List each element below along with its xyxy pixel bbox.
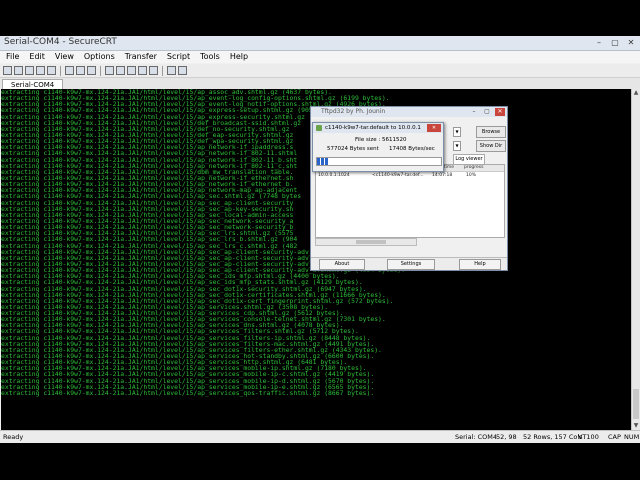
- tftpd-title-bar[interactable]: Tftpd32 by Ph. Jounin – ▢ ✕: [311, 107, 507, 117]
- menu-view[interactable]: View: [51, 51, 78, 63]
- tftpd-minimize-button[interactable]: –: [469, 108, 479, 116]
- help-icon[interactable]: [167, 66, 176, 75]
- menu-bar: File Edit View Options Transfer Script T…: [0, 51, 640, 63]
- bytes-sent-label: 577024 Bytes sent: [327, 146, 379, 152]
- row-progress: 10%: [466, 173, 477, 178]
- transfer-close-button[interactable]: ✕: [427, 124, 441, 132]
- transfer-list-hscroll[interactable]: [315, 238, 417, 246]
- status-caps: CAP: [608, 433, 621, 441]
- interface-combo-arrow-icon[interactable]: ▼: [453, 141, 461, 151]
- transfer-title: c1140-k9w7-tar.default to 10.0.0.1: [325, 125, 421, 131]
- hscroll-thumb[interactable]: [356, 240, 386, 244]
- transfer-progress-dialog: c1140-k9w7-tar.default to 10.0.0.1 ✕ Fil…: [312, 122, 444, 172]
- menu-script[interactable]: Script: [163, 51, 194, 63]
- title-bar[interactable]: Serial-COM4 - SecureCRT – ▢ ✕: [0, 36, 640, 51]
- quick-connect-icon[interactable]: [14, 66, 23, 75]
- scroll-up-icon[interactable]: ▲: [632, 89, 640, 97]
- menu-edit[interactable]: Edit: [25, 51, 49, 63]
- status-session: Serial: COM4: [455, 433, 498, 441]
- scroll-thumb[interactable]: [633, 389, 639, 419]
- show-dir-button[interactable]: Show Dir: [476, 140, 506, 152]
- status-num: NUM: [624, 433, 640, 441]
- menu-options[interactable]: Options: [80, 51, 119, 63]
- toolbar-separator: [100, 65, 101, 76]
- session-tabs: Serial-COM4: [0, 78, 640, 90]
- window-title: Serial-COM4 - SecureCRT: [4, 37, 117, 47]
- menu-tools[interactable]: Tools: [196, 51, 224, 63]
- connect-icon[interactable]: [3, 66, 12, 75]
- toolbar: [0, 64, 640, 78]
- tftpd-title: Tftpd32 by Ph. Jounin: [321, 108, 386, 115]
- close-button[interactable]: ✕: [624, 37, 638, 48]
- column-progress[interactable]: progress: [464, 165, 483, 171]
- status-bar: Ready Serial: COM4 52, 98 52 Rows, 157 C…: [0, 430, 640, 443]
- transfer-rate-label: 17408 Bytes/sec: [389, 146, 435, 152]
- about-button[interactable]: About: [319, 259, 365, 270]
- help-button[interactable]: Help: [459, 259, 501, 270]
- menu-transfer[interactable]: Transfer: [121, 51, 161, 63]
- file-size-label: File size : 5611520: [355, 137, 407, 143]
- terminal-scrollbar[interactable]: ▲ ▼: [631, 89, 640, 430]
- row-peer: 10.0.0.1:1024: [318, 173, 350, 178]
- find-icon[interactable]: [87, 66, 96, 75]
- row-time: 14:07:18: [432, 173, 453, 178]
- row-file: <c1140-k9w7-tar.def...: [372, 173, 424, 178]
- script-icon[interactable]: [178, 66, 187, 75]
- session-options-icon[interactable]: [116, 66, 125, 75]
- terminal-line: extracting c1140-k9w7-mx.124-21a.JA1/htm…: [1, 388, 375, 397]
- tftpd-maximize-button[interactable]: ▢: [482, 108, 492, 116]
- tftpd-close-button[interactable]: ✕: [495, 108, 505, 116]
- transfer-title-bar[interactable]: c1140-k9w7-tar.default to 10.0.0.1 ✕: [313, 123, 443, 133]
- minimize-button[interactable]: –: [592, 37, 606, 48]
- dir-combo-arrow-icon[interactable]: ▼: [453, 127, 461, 137]
- settings-button[interactable]: Settings: [387, 259, 435, 270]
- status-cursor: 52, 98: [496, 433, 517, 441]
- progress-fill: [317, 158, 330, 165]
- paste-icon[interactable]: [76, 66, 85, 75]
- browse-button[interactable]: Browse: [476, 126, 506, 138]
- status-ready: Ready: [3, 433, 24, 441]
- menu-file[interactable]: File: [2, 51, 23, 63]
- connect-tab-icon[interactable]: [25, 66, 34, 75]
- transfer-list[interactable]: peer file start time progress 10.0.0.1:1…: [315, 164, 505, 238]
- tftpd-button-bar: About Settings Help: [311, 257, 507, 270]
- maximize-button[interactable]: ▢: [608, 37, 622, 48]
- keymap-icon[interactable]: [149, 66, 158, 75]
- sftp-icon[interactable]: [138, 66, 147, 75]
- reconnect-icon[interactable]: [36, 66, 45, 75]
- scroll-down-icon[interactable]: ▼: [632, 422, 640, 430]
- tftp-transfer-icon: [316, 125, 322, 131]
- global-options-icon[interactable]: [127, 66, 136, 75]
- copy-icon[interactable]: [65, 66, 74, 75]
- print-icon[interactable]: [105, 66, 114, 75]
- transfer-progress-bar: [316, 157, 442, 166]
- status-terminal: VT100: [578, 433, 599, 441]
- toolbar-separator: [162, 65, 163, 76]
- disconnect-icon[interactable]: [47, 66, 56, 75]
- toolbar-separator: [60, 65, 61, 76]
- menu-help[interactable]: Help: [226, 51, 252, 63]
- status-size: 52 Rows, 157 Cols: [523, 433, 583, 441]
